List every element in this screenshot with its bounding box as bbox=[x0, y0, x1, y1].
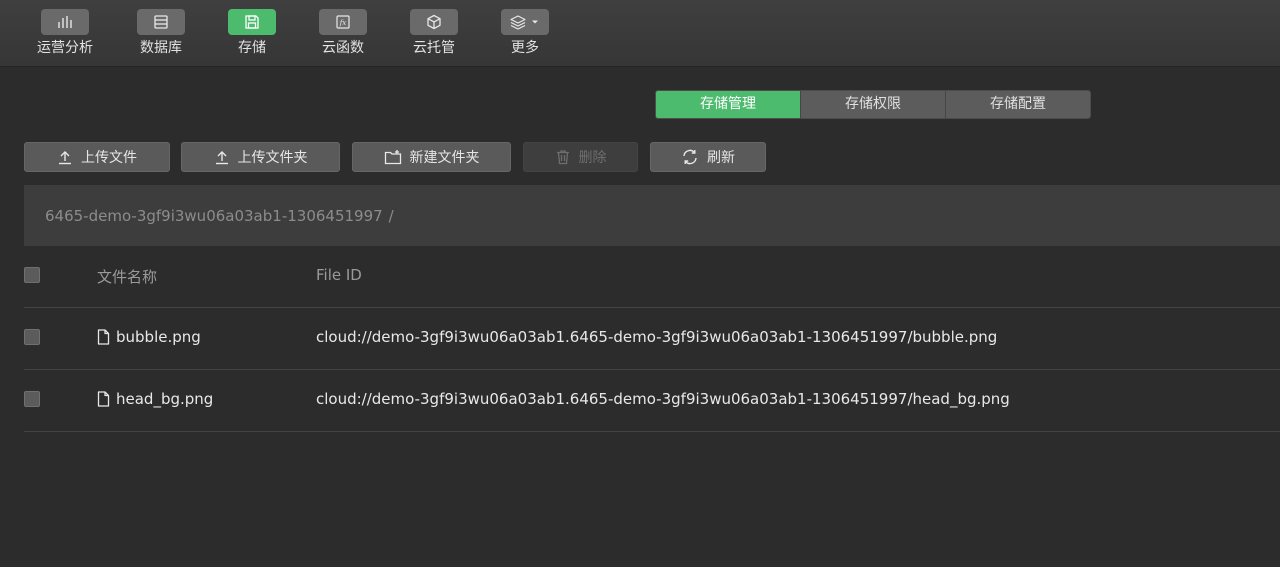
upload-folder-button[interactable]: 上传文件夹 bbox=[181, 142, 340, 172]
toolbar-item-more[interactable]: 更多 bbox=[485, 9, 565, 56]
refresh-button[interactable]: 刷新 bbox=[650, 142, 766, 172]
toolbar-label: 存储 bbox=[238, 40, 266, 56]
function-icon: fx bbox=[319, 9, 367, 35]
trash-icon bbox=[556, 150, 569, 165]
toolbar-item-cloud-hosting[interactable]: 云托管 bbox=[394, 9, 474, 56]
table-row[interactable]: head_bg.png cloud://demo-3gf9i3wu06a03ab… bbox=[24, 370, 1280, 432]
toolbar-label: 数据库 bbox=[140, 40, 182, 56]
database-icon bbox=[137, 9, 185, 35]
file-id-cell: cloud://demo-3gf9i3wu06a03ab1.6465-demo-… bbox=[316, 328, 998, 346]
column-header-name[interactable]: 文件名称 bbox=[97, 266, 157, 287]
tab-storage-permissions[interactable]: 存储权限 bbox=[800, 91, 945, 118]
storage-tabs: 存储管理 存储权限 存储配置 bbox=[655, 90, 1091, 119]
refresh-icon bbox=[683, 149, 697, 165]
toolbar-item-analytics[interactable]: 运营分析 bbox=[25, 9, 105, 56]
upload-icon bbox=[215, 151, 228, 165]
tab-storage-config[interactable]: 存储配置 bbox=[945, 91, 1090, 118]
bar-chart-icon bbox=[41, 9, 89, 35]
layers-dropdown-icon bbox=[501, 9, 549, 35]
column-header-file-id[interactable]: File ID bbox=[316, 266, 362, 284]
file-icon bbox=[97, 329, 110, 345]
delete-button[interactable]: 删除 bbox=[523, 142, 638, 172]
file-icon bbox=[97, 391, 110, 407]
new-folder-icon bbox=[384, 150, 401, 165]
toolbar-label: 运营分析 bbox=[37, 40, 93, 56]
breadcrumb-separator: / bbox=[388, 207, 394, 225]
file-name-cell[interactable]: bubble.png bbox=[97, 328, 201, 346]
upload-file-button[interactable]: 上传文件 bbox=[24, 142, 170, 172]
toolbar-item-database[interactable]: 数据库 bbox=[121, 9, 201, 56]
toolbar-item-cloud-function[interactable]: fx 云函数 bbox=[303, 9, 383, 56]
breadcrumb: 6465-demo-3gf9i3wu06a03ab1-1306451997 / bbox=[24, 185, 1280, 246]
toolbar-label: 云托管 bbox=[413, 40, 455, 56]
row-checkbox[interactable] bbox=[24, 391, 40, 407]
file-name: bubble.png bbox=[116, 328, 201, 346]
upload-file-label: 上传文件 bbox=[81, 150, 137, 166]
breadcrumb-bucket[interactable]: 6465-demo-3gf9i3wu06a03ab1-1306451997 bbox=[45, 207, 383, 225]
select-all-checkbox[interactable] bbox=[24, 267, 40, 283]
save-disk-icon bbox=[228, 9, 276, 35]
top-toolbar: 运营分析 数据库 存储 fx 云函数 云托管 更多 bbox=[0, 0, 1280, 67]
svg-text:fx: fx bbox=[339, 19, 347, 27]
table-header: 文件名称 File ID bbox=[24, 246, 1280, 308]
new-folder-label: 新建文件夹 bbox=[409, 150, 480, 166]
table-row[interactable]: bubble.png cloud://demo-3gf9i3wu06a03ab1… bbox=[24, 308, 1280, 370]
toolbar-label: 云函数 bbox=[322, 40, 364, 56]
tab-storage-management[interactable]: 存储管理 bbox=[656, 91, 800, 118]
refresh-label: 刷新 bbox=[707, 150, 735, 166]
upload-icon bbox=[59, 151, 71, 165]
toolbar-label: 更多 bbox=[511, 40, 539, 56]
file-id-cell: cloud://demo-3gf9i3wu06a03ab1.6465-demo-… bbox=[316, 390, 1010, 408]
new-folder-button[interactable]: 新建文件夹 bbox=[352, 142, 511, 172]
upload-folder-label: 上传文件夹 bbox=[237, 150, 308, 166]
file-name: head_bg.png bbox=[116, 390, 214, 408]
row-checkbox[interactable] bbox=[24, 329, 40, 345]
file-name-cell[interactable]: head_bg.png bbox=[97, 390, 213, 408]
cube-icon bbox=[410, 9, 458, 35]
delete-label: 删除 bbox=[578, 150, 607, 166]
toolbar-item-storage[interactable]: 存储 bbox=[212, 9, 292, 56]
